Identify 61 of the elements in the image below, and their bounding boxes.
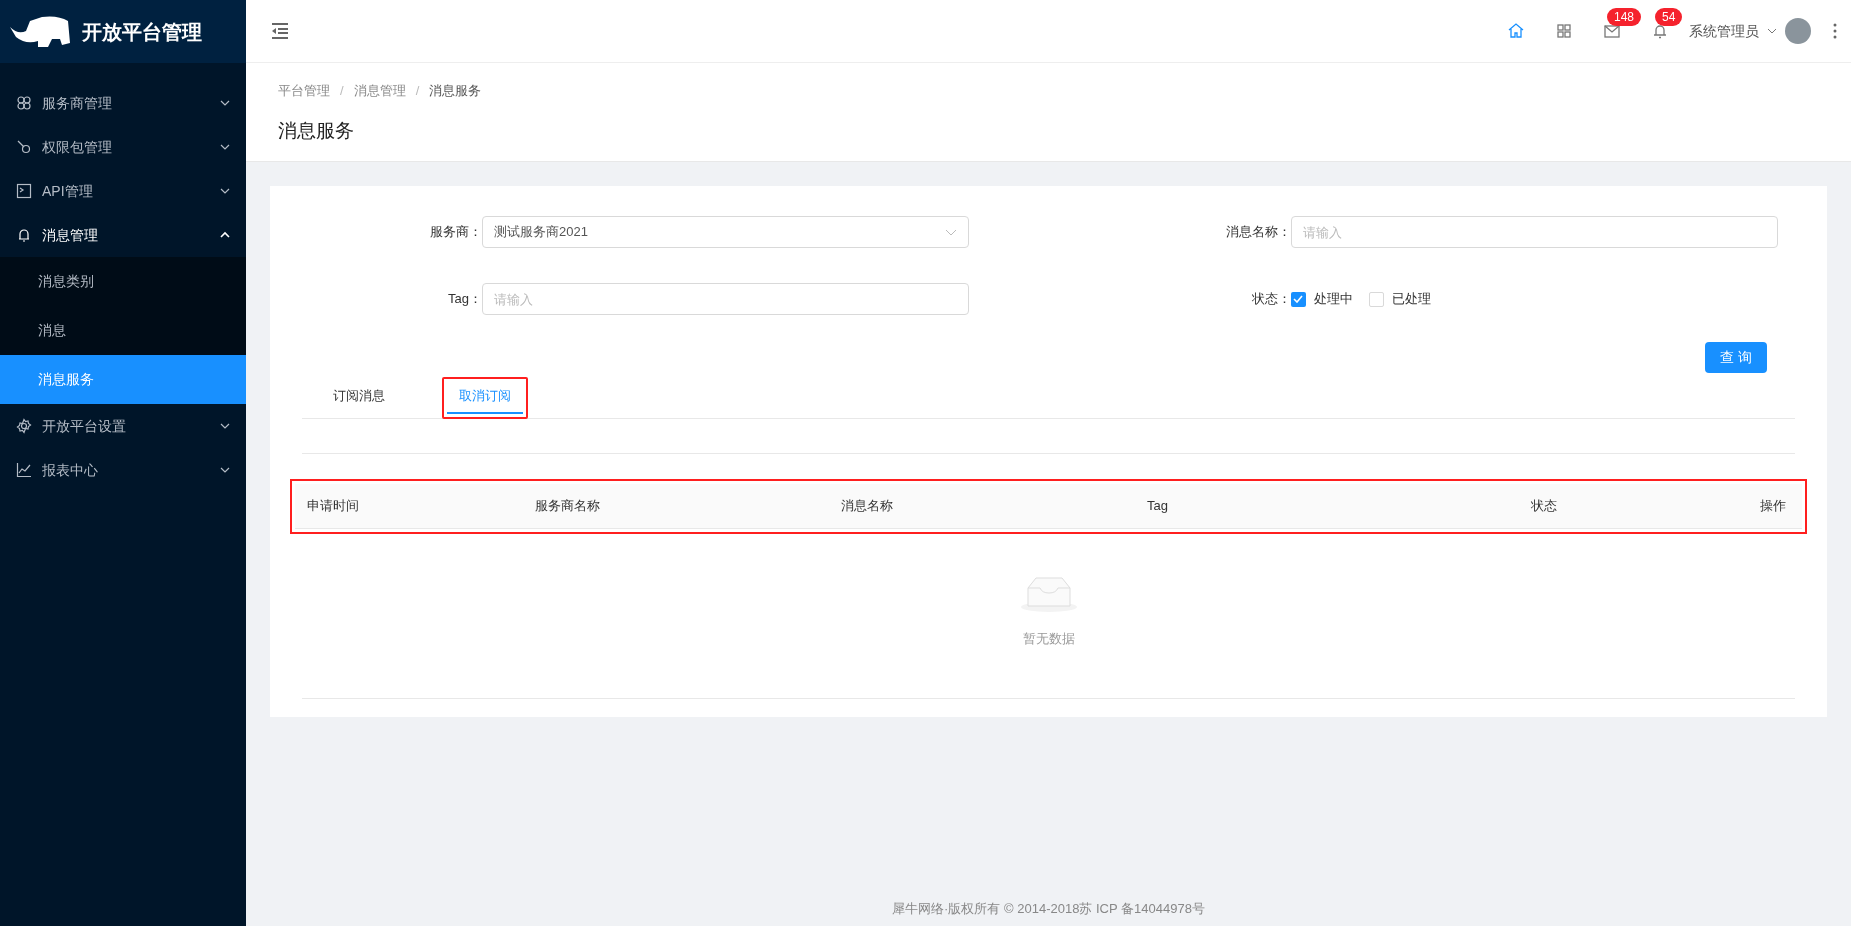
brand-title: 开放平台管理: [82, 19, 202, 45]
check-icon: [1293, 295, 1303, 303]
breadcrumb-separator: /: [414, 82, 421, 100]
terminal-icon: [16, 183, 32, 199]
field-label: 状态：: [1250, 290, 1291, 309]
column-header: 消息名称: [840, 496, 894, 515]
menu-item[interactable]: 服务商管理: [0, 81, 246, 125]
chevron-down-icon: [220, 143, 230, 151]
rhino-logo-icon: [8, 14, 70, 49]
gear-icon: [16, 418, 32, 434]
tag-input[interactable]: 请输入: [482, 283, 969, 315]
column-header: 状态: [1530, 496, 1558, 515]
column-header: Tag: [1146, 496, 1169, 515]
mail-icon[interactable]: [1603, 22, 1621, 40]
column-header: 操作: [1759, 496, 1787, 515]
status-checkbox[interactable]: 处理中: [1290, 289, 1353, 309]
tab[interactable]: 订阅消息: [321, 382, 397, 414]
grid-icon[interactable]: [1555, 22, 1573, 40]
empty-text: 暂无数据: [1022, 629, 1075, 648]
column-header: 服务商名称: [534, 496, 601, 515]
submenu-item[interactable]: 消息: [0, 306, 246, 355]
avatar[interactable]: [1785, 18, 1811, 44]
menu-item[interactable]: 消息管理: [0, 213, 246, 257]
count-badge: 148: [1607, 8, 1642, 26]
field-label: 服务商：: [429, 223, 482, 242]
breadcrumb-separator: /: [339, 82, 345, 100]
column-header: 申请时间: [306, 496, 360, 515]
checkbox-box[interactable]: [1290, 291, 1306, 307]
home-icon[interactable]: [1507, 22, 1525, 40]
chevron-down-icon: [220, 466, 230, 474]
chevron-down-icon: [945, 228, 957, 236]
breadcrumb-link[interactable]: 平台管理: [278, 81, 330, 101]
count-badge: 54: [1655, 8, 1683, 26]
submenu-item[interactable]: 消息类别: [0, 257, 246, 306]
status-checkbox[interactable]: 已处理: [1368, 289, 1431, 309]
breadcrumb-link[interactable]: 消息管理: [353, 81, 406, 101]
chevron-down-icon: [220, 99, 230, 107]
checkbox-box[interactable]: [1368, 291, 1384, 307]
message-name-input[interactable]: 请输入: [1290, 216, 1778, 248]
nodes-icon: [16, 95, 32, 111]
menu-item[interactable]: 权限包管理: [0, 125, 246, 169]
provider-select[interactable]: 测试服务商2021: [482, 216, 969, 248]
chevron-down-icon: [220, 187, 230, 195]
bell-icon[interactable]: [1651, 22, 1669, 40]
menu-fold-icon[interactable]: [270, 23, 290, 39]
menu-item[interactable]: 报表中心: [0, 448, 246, 492]
chart-icon: [16, 462, 32, 478]
key-icon: [16, 139, 32, 155]
field-label: Tag：: [447, 290, 482, 309]
user-name[interactable]: 系统管理员: [1689, 20, 1759, 42]
footer-text: 犀牛网络·版权所有 © 2014-2018苏 ICP 备14044978号: [892, 899, 1205, 918]
menu-item[interactable]: 开放平台设置: [0, 404, 246, 448]
caret-icon[interactable]: [1767, 28, 1777, 34]
chevron-up-icon: [220, 231, 230, 239]
breadcrumb-item: 消息服务: [429, 82, 482, 100]
menu-item[interactable]: API管理: [0, 169, 246, 213]
page-title: 消息服务: [278, 118, 355, 143]
field-label: 消息名称：: [1224, 223, 1291, 242]
more-icon[interactable]: [1833, 23, 1837, 39]
chevron-down-icon: [220, 422, 230, 430]
bell-icon: [16, 227, 32, 243]
